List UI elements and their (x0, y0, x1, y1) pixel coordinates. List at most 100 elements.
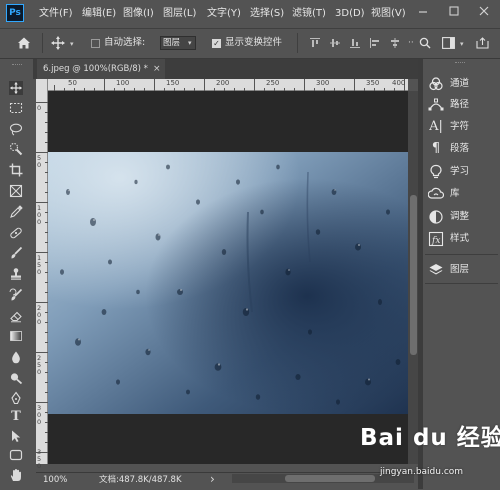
panel-layers[interactable]: 图层 (428, 261, 500, 279)
panel-paths[interactable]: 路径 (428, 96, 500, 114)
learn-icon (428, 164, 444, 180)
move-tool-button[interactable] (9, 81, 23, 95)
panel-label: 路径 (450, 99, 470, 110)
panel-channels[interactable]: 通道 (428, 75, 500, 93)
ruler-ticks (54, 79, 405, 91)
ruler-label: 250 (37, 354, 42, 376)
menu-select[interactable]: 选择(S) (250, 6, 284, 22)
rectangle-tool-icon[interactable] (9, 448, 23, 462)
brush-tool-icon[interactable] (9, 246, 23, 260)
lasso-tool-icon[interactable] (9, 122, 23, 136)
watermark-logo: Bai du 经验 (360, 424, 500, 452)
ruler-label: 200 (37, 304, 42, 326)
vertical-scroll-thumb[interactable] (410, 195, 417, 355)
frame-tool-icon[interactable] (9, 184, 23, 198)
spot-healing-tool-icon[interactable] (9, 226, 23, 240)
panel-label: 库 (450, 188, 460, 199)
status-menu-arrow[interactable]: › (210, 472, 215, 486)
menu-edit[interactable]: 编辑(E) (82, 6, 116, 22)
move-tool-icon[interactable] (50, 35, 66, 51)
blur-tool-icon[interactable] (9, 350, 23, 364)
panel-separator (425, 283, 498, 284)
eyedropper-tool-icon[interactable] (9, 205, 23, 219)
align-bottom-icon[interactable] (350, 38, 360, 48)
watermark-url: jingyan.baidu.com (380, 467, 464, 477)
horizontal-ruler: 50 100 150 200 250 300 350 400 (48, 79, 408, 91)
show-transform-checkbox[interactable] (212, 39, 221, 48)
ruler-label: 150 (166, 79, 180, 87)
align-left-icon[interactable] (370, 38, 380, 48)
photoshop-logo: Ps (6, 4, 24, 22)
panel-label: 通道 (450, 78, 470, 89)
panel-character[interactable]: A| 字符 (428, 118, 500, 136)
maximize-icon[interactable] (447, 5, 461, 19)
ruler-label: 250 (266, 79, 280, 87)
menu-type[interactable]: 文字(Y) (207, 6, 241, 22)
ruler-label: 100 (116, 79, 130, 87)
baidu-jingyan-watermark: Bai du 经验 jingyan.baidu.com (360, 424, 500, 484)
minimize-icon[interactable] (416, 5, 430, 19)
align-hcenter-icon[interactable] (390, 38, 400, 48)
paragraph-icon: ¶ (431, 141, 441, 156)
align-vcenter-icon[interactable] (330, 38, 340, 48)
ruler-label: 200 (216, 79, 230, 87)
select-chevron-icon: ▾ (188, 39, 192, 47)
adjustments-icon (428, 209, 444, 225)
panel-learn[interactable]: 学习 (428, 163, 500, 181)
ruler-label: 300 (37, 404, 42, 426)
crop-tool-icon[interactable] (9, 163, 23, 177)
character-icon: A| (429, 119, 443, 134)
watermark-logo-text: Bai du 经验 (360, 425, 500, 451)
menu-file[interactable]: 文件(F) (39, 6, 73, 22)
toolbar-grip (12, 64, 22, 67)
eraser-tool-icon[interactable] (9, 309, 23, 323)
chevron-down-icon[interactable]: ▾ (70, 40, 74, 48)
align-top-icon[interactable] (310, 38, 320, 48)
menu-layer[interactable]: 图层(L) (163, 6, 196, 22)
pen-tool-icon[interactable] (9, 391, 23, 405)
ruler-label: 350 (37, 448, 42, 470)
layer-select-value: 图层 (163, 38, 181, 48)
history-brush-tool-icon[interactable] (9, 288, 23, 302)
share-icon[interactable] (476, 37, 490, 49)
zoom-level[interactable]: 100% (43, 475, 67, 486)
layers-icon (428, 262, 444, 278)
panel-adjustments[interactable]: 调整 (428, 208, 500, 226)
close-tab-icon[interactable]: × (153, 64, 161, 74)
panel-label: 调整 (450, 211, 470, 222)
panel-label: 图层 (450, 264, 470, 275)
menu-3d[interactable]: 3D(D) (335, 6, 365, 22)
auto-select-checkbox[interactable] (91, 39, 100, 48)
ruler-label: 50 (37, 154, 42, 169)
gradient-tool-icon[interactable] (9, 329, 23, 343)
close-window-icon[interactable] (477, 5, 491, 19)
vertical-ruler: 0 50 100 150 200 250 300 350 (36, 79, 48, 470)
home-icon[interactable] (16, 35, 32, 51)
search-icon[interactable] (419, 37, 431, 49)
hand-tool-icon[interactable] (9, 468, 23, 482)
menu-image[interactable]: 图像(I) (123, 6, 154, 22)
menu-view[interactable]: 视图(V) (371, 6, 406, 22)
dodge-tool-icon[interactable] (9, 371, 23, 385)
clone-stamp-tool-icon[interactable] (9, 267, 23, 281)
paths-icon (428, 97, 444, 113)
ruler-label: 350 (366, 79, 380, 87)
panel-label: 学习 (450, 166, 470, 177)
rain-glass-photo[interactable] (48, 152, 408, 414)
marquee-tool-icon[interactable] (9, 101, 23, 115)
document-info: 文档:487.8K/487.8K (99, 475, 182, 485)
workspace-icon[interactable] (442, 37, 455, 49)
workspace-chevron-icon[interactable]: ▾ (460, 40, 464, 48)
panel-styles[interactable]: fx 样式 (428, 230, 500, 248)
panel-libraries[interactable]: 库 (427, 185, 500, 203)
more-options-icon[interactable]: ·· (408, 38, 414, 48)
path-selection-tool-icon[interactable] (9, 429, 23, 443)
panel-label: 段落 (450, 143, 470, 154)
menu-filter[interactable]: 滤镜(T) (292, 6, 326, 22)
quick-select-tool-icon[interactable] (9, 142, 23, 156)
document-tab[interactable]: 6.jpeg @ 100%(RGB/8) * (37, 59, 165, 79)
channels-icon (428, 76, 444, 92)
type-tool-icon[interactable]: T (9, 410, 23, 424)
panel-paragraph[interactable]: ¶ 段落 (428, 140, 500, 158)
libraries-icon (427, 186, 445, 202)
